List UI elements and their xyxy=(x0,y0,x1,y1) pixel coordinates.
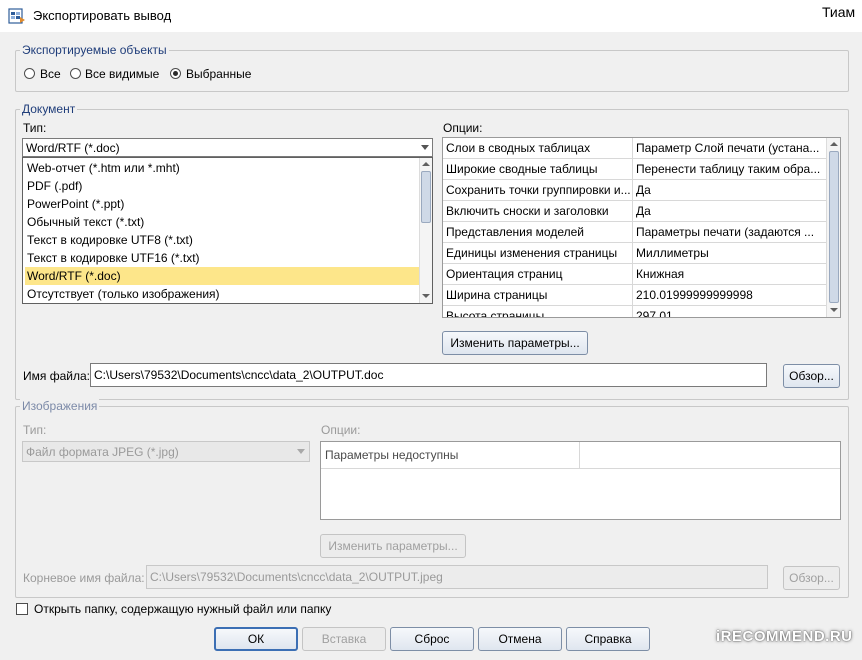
option-name: Слои в сводных таблицах xyxy=(443,138,633,158)
radio-selected[interactable] xyxy=(170,68,181,79)
cancel-button[interactable]: Отмена xyxy=(478,627,562,651)
radio-all[interactable] xyxy=(24,68,35,79)
list-item[interactable]: Отсутствует (только изображения) xyxy=(25,285,420,303)
help-button[interactable]: Справка xyxy=(566,627,650,651)
doc-options-grid[interactable]: Слои в сводных таблицах Параметр Слой пе… xyxy=(442,137,841,318)
doc-options-scrollbar[interactable] xyxy=(826,138,840,317)
scroll-thumb[interactable] xyxy=(829,151,839,303)
open-folder-checkbox[interactable] xyxy=(16,603,28,615)
doc-type-dropdown-list[interactable]: Web-отчет (*.htm или *.mht) PDF (.pdf) P… xyxy=(22,157,433,304)
doc-type-selected: Word/RTF (*.doc) xyxy=(26,141,120,155)
option-name: Единицы изменения страницы xyxy=(443,243,633,263)
exported-objects-legend: Экспортируемые объекты xyxy=(20,43,169,57)
option-value[interactable]: Да xyxy=(633,180,826,200)
document-legend: Документ xyxy=(20,102,78,116)
img-type-selected: Файл формата JPEG (*.jpg) xyxy=(26,445,179,459)
table-row[interactable]: Ширина страницы 210.01999999999998 xyxy=(443,285,826,306)
table-row: Параметры недоступны xyxy=(321,442,840,469)
img-root-filename-input[interactable]: C:\Users\79532\Documents\cncc\data_2\OUT… xyxy=(146,565,768,589)
table-row[interactable]: Слои в сводных таблицах Параметр Слой пе… xyxy=(443,138,826,159)
list-item[interactable]: Обычный текст (*.txt) xyxy=(25,213,420,231)
radio-all-label[interactable]: Все xyxy=(40,67,61,81)
watermark: iRECOMMEND.RU xyxy=(716,628,853,645)
reset-button[interactable]: Сброс xyxy=(390,627,474,651)
table-row[interactable]: Широкие сводные таблицы Перенести таблиц… xyxy=(443,159,826,180)
radio-selected-label[interactable]: Выбранные xyxy=(186,67,251,81)
scroll-thumb[interactable] xyxy=(421,171,431,223)
option-name: Высота страницы xyxy=(443,306,633,317)
chevron-down-icon[interactable] xyxy=(297,449,305,454)
option-value[interactable]: Параметр Слой печати (устана... xyxy=(633,138,826,158)
option-name: Сохранить точки группировки и... xyxy=(443,180,633,200)
option-value[interactable]: Миллиметры xyxy=(633,243,826,263)
paste-button[interactable]: Вставка xyxy=(302,627,386,651)
option-name: Представления моделей xyxy=(443,222,633,242)
img-change-params-button[interactable]: Изменить параметры... xyxy=(320,534,466,558)
img-type-combobox[interactable]: Файл формата JPEG (*.jpg) xyxy=(22,441,310,462)
option-name: Широкие сводные таблицы xyxy=(443,159,633,179)
open-folder-label[interactable]: Открыть папку, содержащую нужный файл ил… xyxy=(34,602,331,616)
option-name: Включить сноски и заголовки xyxy=(443,201,633,221)
doc-type-label: Тип: xyxy=(23,121,47,135)
option-value[interactable]: Да xyxy=(633,201,826,221)
list-item[interactable]: PowerPoint (*.ppt) xyxy=(25,195,420,213)
images-legend: Изображения xyxy=(20,399,100,413)
chevron-down-icon[interactable] xyxy=(421,145,429,150)
img-type-label: Тип: xyxy=(23,423,47,437)
app-icon xyxy=(8,7,26,25)
doc-type-list-scrollbar[interactable] xyxy=(419,158,432,303)
option-value[interactable]: 297.01 xyxy=(633,306,826,317)
doc-filename-label: Имя файла: xyxy=(23,369,90,383)
scroll-down-icon[interactable] xyxy=(422,294,430,298)
title-bar: Экспортировать вывод Тиам xyxy=(0,0,862,32)
option-name: Ширина страницы xyxy=(443,285,633,305)
list-item[interactable]: PDF (.pdf) xyxy=(25,177,420,195)
option-value[interactable]: 210.01999999999998 xyxy=(633,285,826,305)
table-row[interactable]: Ориентация страниц Книжная xyxy=(443,264,826,285)
table-row[interactable]: Включить сноски и заголовки Да xyxy=(443,201,826,222)
table-row[interactable]: Высота страницы 297.01 xyxy=(443,306,826,317)
option-value[interactable]: Книжная xyxy=(633,264,826,284)
img-options-label: Опции: xyxy=(321,423,361,437)
table-row[interactable]: Сохранить точки группировки и... Да xyxy=(443,180,826,201)
img-options-grid: Параметры недоступны xyxy=(320,441,841,520)
doc-filename-input[interactable]: C:\Users\79532\Documents\cncc\data_2\OUT… xyxy=(90,363,767,387)
doc-type-combobox[interactable]: Word/RTF (*.doc) xyxy=(22,138,433,157)
list-item[interactable]: Текст в кодировке UTF16 (*.txt) xyxy=(25,249,420,267)
option-value[interactable]: Параметры печати (задаются ... xyxy=(633,222,826,242)
window-title: Экспортировать вывод xyxy=(33,8,172,23)
scroll-up-icon[interactable] xyxy=(830,142,838,146)
scroll-down-icon[interactable] xyxy=(830,308,838,312)
doc-options-label: Опции: xyxy=(443,121,483,135)
doc-browse-button[interactable]: Обзор... xyxy=(783,364,840,388)
list-item[interactable]: Текст в кодировке UTF8 (*.txt) xyxy=(25,231,420,249)
radio-all-visible[interactable] xyxy=(70,68,81,79)
radio-all-visible-label[interactable]: Все видимые xyxy=(85,67,159,81)
doc-change-params-button[interactable]: Изменить параметры... xyxy=(442,331,588,355)
ok-button[interactable]: ОК xyxy=(214,627,298,651)
table-row[interactable]: Единицы изменения страницы Миллиметры xyxy=(443,243,826,264)
option-value[interactable]: Перенести таблицу таким обра... xyxy=(633,159,826,179)
img-root-filename-label: Корневое имя файла: xyxy=(23,571,145,585)
list-item[interactable]: Web-отчет (*.htm или *.mht) xyxy=(25,159,420,177)
options-unavailable-text: Параметры недоступны xyxy=(321,442,580,468)
img-browse-button[interactable]: Обзор... xyxy=(783,566,840,590)
option-name: Ориентация страниц xyxy=(443,264,633,284)
table-row[interactable]: Представления моделей Параметры печати (… xyxy=(443,222,826,243)
scroll-up-icon[interactable] xyxy=(422,162,430,166)
list-item-selected[interactable]: Word/RTF (*.doc) xyxy=(25,267,420,285)
window-title-right: Тиам xyxy=(822,4,856,20)
